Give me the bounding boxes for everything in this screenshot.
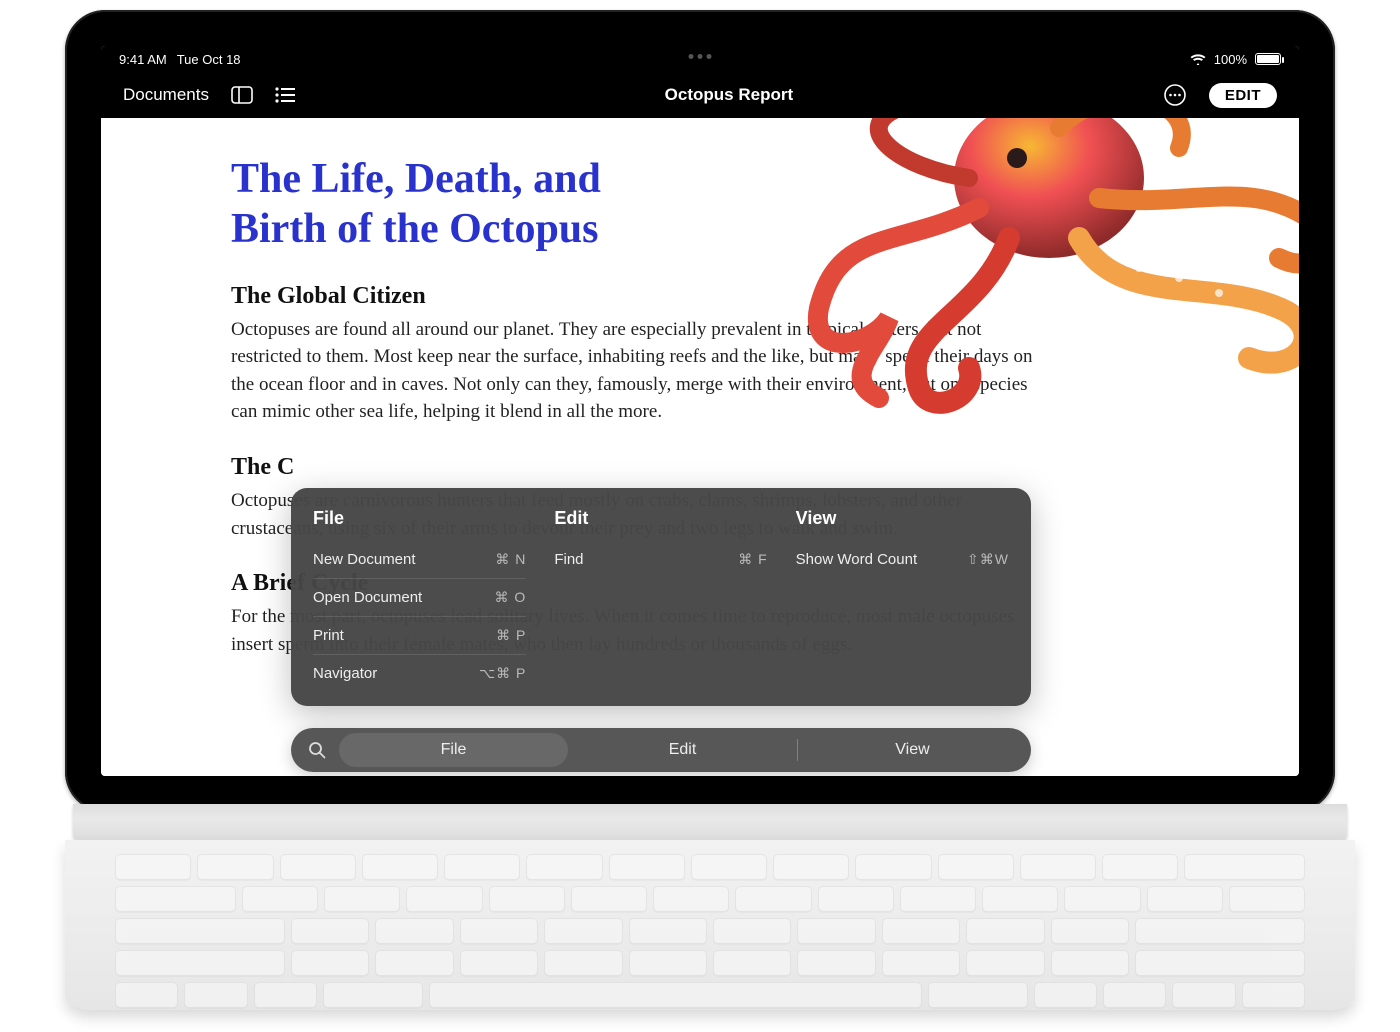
ipad-device: 9:41 AM Tue Oct 18 100% Documents bbox=[65, 10, 1335, 1010]
shortcut-column-title: View bbox=[796, 508, 1009, 529]
shortcut-label: Open Document bbox=[313, 589, 422, 606]
screen-bezel: 9:41 AM Tue Oct 18 100% Documents bbox=[65, 10, 1335, 812]
shortcut-label: Print bbox=[313, 627, 344, 644]
menubar-tab-view[interactable]: View bbox=[798, 733, 1027, 767]
shortcut-keys: ⌘ P bbox=[496, 627, 526, 644]
search-icon bbox=[308, 741, 326, 759]
shortcut-item[interactable]: Navigator ⌥⌘ P bbox=[313, 655, 526, 692]
back-documents-button[interactable]: Documents bbox=[123, 85, 209, 105]
shortcut-column-view: View Show Word Count ⇧⌘W bbox=[796, 508, 1009, 692]
status-time: 9:41 AM bbox=[119, 52, 167, 67]
section-heading: The C bbox=[231, 454, 1169, 481]
keyboard-shortcuts-panel: File New Document ⌘ N Open Document ⌘ O … bbox=[291, 488, 1031, 706]
edit-button[interactable]: EDIT bbox=[1209, 83, 1277, 108]
shortcut-item[interactable]: Open Document ⌘ O bbox=[313, 579, 526, 617]
document-area: The Life, Death, and Birth of the Octopu… bbox=[101, 118, 1299, 776]
shortcut-keys: ⌥⌘ P bbox=[479, 665, 526, 682]
menubar-tab-edit[interactable]: Edit bbox=[568, 733, 797, 767]
wifi-icon bbox=[1190, 53, 1206, 65]
status-bar: 9:41 AM Tue Oct 18 100% bbox=[101, 46, 1299, 72]
more-icon[interactable] bbox=[1163, 83, 1187, 107]
status-date: Tue Oct 18 bbox=[177, 52, 241, 67]
shortcut-menu-bar: File Edit View bbox=[291, 728, 1031, 772]
battery-percent: 100% bbox=[1214, 52, 1247, 67]
shortcut-label: Show Word Count bbox=[796, 551, 917, 568]
screen: 9:41 AM Tue Oct 18 100% Documents bbox=[101, 46, 1299, 776]
shortcut-column-title: File bbox=[313, 508, 526, 529]
shortcut-column-title: Edit bbox=[554, 508, 767, 529]
shortcut-label: Navigator bbox=[313, 665, 377, 682]
list-icon[interactable] bbox=[275, 87, 295, 103]
shortcut-label: Find bbox=[554, 551, 583, 568]
magic-keyboard bbox=[65, 804, 1355, 1010]
shortcut-item[interactable]: New Document ⌘ N bbox=[313, 541, 526, 579]
section-body: Octopuses are found all around our plane… bbox=[231, 316, 1051, 426]
sidebar-toggle-icon[interactable] bbox=[231, 86, 253, 104]
multitask-dots[interactable] bbox=[689, 54, 712, 59]
shortcut-item[interactable]: Find ⌘ F bbox=[554, 541, 767, 578]
doc-heading: The Life, Death, and Birth of the Octopu… bbox=[231, 154, 691, 255]
section-heading: The Global Citizen bbox=[231, 283, 1169, 310]
shortcut-keys: ⌘ N bbox=[495, 551, 526, 568]
app-toolbar: Documents Octopus Report EDIT bbox=[101, 72, 1299, 118]
battery-icon bbox=[1255, 53, 1281, 65]
keyboard-keys bbox=[65, 840, 1355, 1008]
shortcut-keys: ⌘ F bbox=[738, 551, 767, 568]
document-title: Octopus Report bbox=[665, 85, 793, 105]
shortcut-item[interactable]: Show Word Count ⇧⌘W bbox=[796, 541, 1009, 578]
shortcut-keys: ⇧⌘W bbox=[967, 551, 1009, 568]
shortcut-column-file: File New Document ⌘ N Open Document ⌘ O … bbox=[313, 508, 526, 692]
menubar-tab-file[interactable]: File bbox=[339, 733, 568, 767]
shortcut-keys: ⌘ O bbox=[495, 589, 527, 606]
shortcut-search-button[interactable] bbox=[295, 741, 339, 759]
shortcut-item[interactable]: Print ⌘ P bbox=[313, 617, 526, 655]
shortcut-column-edit: Edit Find ⌘ F bbox=[554, 508, 767, 692]
shortcut-label: New Document bbox=[313, 551, 416, 568]
